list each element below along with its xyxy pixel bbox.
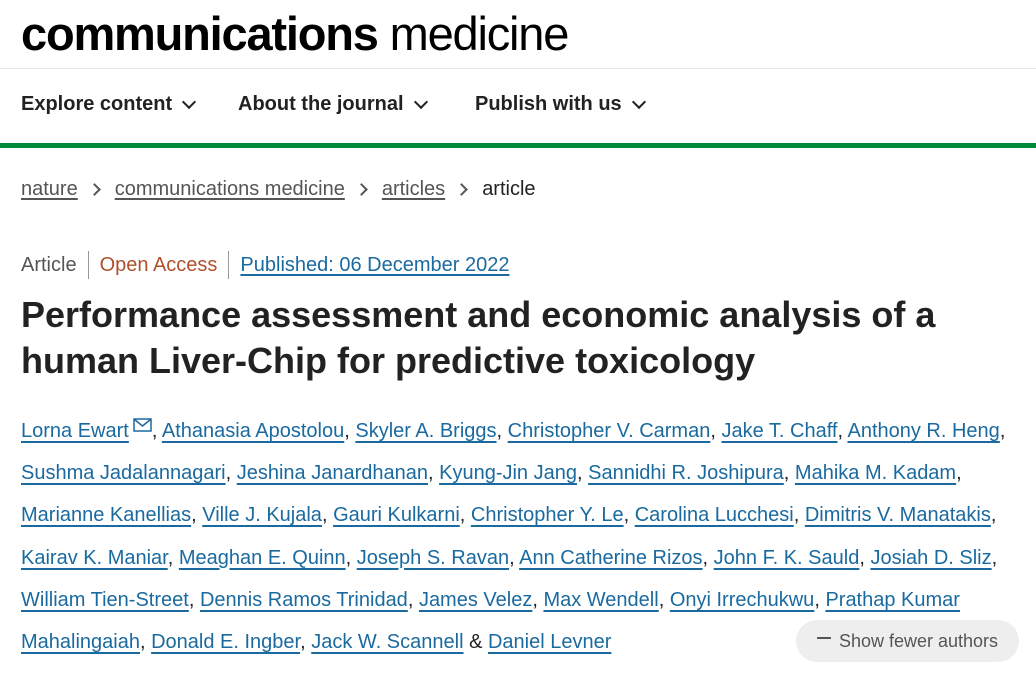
author-separator: , bbox=[191, 504, 203, 527]
author-separator: , bbox=[300, 631, 312, 654]
author-last-joiner: & bbox=[463, 631, 488, 654]
breadcrumb: nature communications medicine articles … bbox=[21, 178, 536, 201]
logo-brand-bold: communications bbox=[21, 7, 379, 60]
author-link[interactable]: Daniel Levner bbox=[488, 631, 611, 653]
author-link[interactable]: Ann Catherine Rizos bbox=[519, 547, 702, 569]
nav-publish-with-us[interactable]: Publish with us bbox=[475, 93, 646, 116]
author-link[interactable]: Onyi Irrechukwu bbox=[670, 589, 815, 611]
author-separator: , bbox=[999, 420, 1011, 442]
author-separator: , bbox=[496, 420, 508, 442]
author-separator: , bbox=[139, 631, 152, 654]
chevron-down-icon bbox=[413, 94, 428, 109]
author-link[interactable]: Gauri Kulkarni bbox=[333, 504, 460, 526]
author-separator: , bbox=[151, 420, 162, 442]
author-link[interactable]: Lorna Ewart bbox=[21, 420, 129, 442]
author-link[interactable]: Jeshina Janardhanan bbox=[237, 462, 428, 484]
author-separator: , bbox=[345, 546, 357, 569]
author-link[interactable]: Dimitris V. Manatakis bbox=[805, 504, 991, 526]
author-separator: , bbox=[321, 504, 334, 527]
journal-logo[interactable]: communications medicine bbox=[21, 6, 570, 62]
chevron-right-icon bbox=[87, 183, 101, 196]
chevron-down-icon bbox=[182, 94, 197, 109]
chevron-right-icon bbox=[354, 183, 368, 196]
author-link[interactable]: Max Wendell bbox=[543, 589, 658, 611]
author-link[interactable]: Skyler A. Briggs bbox=[355, 420, 496, 442]
author-separator: , bbox=[427, 462, 440, 485]
author-link[interactable]: William Tien-Street bbox=[21, 589, 189, 611]
author-link[interactable]: Athanasia Apostolou bbox=[162, 420, 344, 442]
author-separator: , bbox=[814, 588, 826, 611]
author-separator: , bbox=[623, 504, 635, 527]
breadcrumb-articles[interactable]: articles bbox=[382, 178, 445, 201]
author-link[interactable]: Mahika M. Kadam bbox=[795, 462, 956, 484]
author-separator: , bbox=[702, 546, 714, 569]
author-link[interactable]: Sushma Jadalannagari bbox=[21, 462, 226, 484]
author-link[interactable]: Sannidhi R. Joshipura bbox=[588, 462, 784, 484]
open-access-badge: Open Access bbox=[99, 253, 218, 276]
author-link[interactable]: Kairav K. Maniar bbox=[21, 547, 168, 569]
author-link[interactable]: Meaghan E. Quinn bbox=[179, 547, 346, 569]
author-link[interactable]: Anthony R. Heng bbox=[847, 420, 999, 442]
author-separator: , bbox=[991, 546, 1003, 569]
author-link[interactable]: Christopher Y. Le bbox=[471, 504, 624, 526]
chevron-down-icon bbox=[631, 94, 646, 109]
author-separator: , bbox=[859, 546, 871, 569]
author-link[interactable]: Kyung-Jin Jang bbox=[439, 462, 577, 484]
breadcrumb-current: article bbox=[482, 178, 536, 200]
author-separator: , bbox=[783, 462, 795, 485]
minus-icon bbox=[816, 636, 831, 640]
article-type: Article bbox=[21, 253, 77, 276]
author-separator: , bbox=[837, 420, 848, 442]
nav-item-label: Publish with us bbox=[475, 93, 622, 115]
nav-about-journal[interactable]: About the journal bbox=[238, 93, 428, 116]
chevron-right-icon bbox=[455, 183, 469, 196]
author-separator: , bbox=[793, 504, 805, 527]
author-separator: , bbox=[407, 588, 419, 611]
author-separator: , bbox=[188, 588, 200, 611]
main-nav: Explore content About the journal Publis… bbox=[0, 69, 1036, 143]
author-link[interactable]: Dennis Ramos Trinidad bbox=[200, 589, 408, 611]
author-separator: , bbox=[459, 504, 471, 527]
author-link[interactable]: Jack W. Scannell bbox=[311, 631, 463, 653]
meta-divider bbox=[87, 251, 89, 279]
site-header: communications medicine bbox=[0, 0, 1036, 69]
author-link[interactable]: Joseph S. Ravan bbox=[357, 547, 509, 569]
nav-divider bbox=[0, 143, 1036, 148]
published-date-link[interactable]: Published: 06 December 2022 bbox=[240, 254, 509, 277]
meta-divider bbox=[228, 251, 230, 279]
author-link[interactable]: John F. K. Sauld bbox=[714, 547, 860, 569]
author-separator: , bbox=[225, 462, 237, 485]
nav-item-label: About the journal bbox=[238, 93, 404, 115]
author-link[interactable]: Christopher V. Carman bbox=[508, 420, 711, 442]
author-link[interactable]: James Velez bbox=[419, 589, 532, 611]
article-meta: Article Open Access Published: 06 Decemb… bbox=[21, 250, 509, 280]
author-separator: , bbox=[990, 504, 1002, 527]
author-link[interactable]: Ville J. Kujala bbox=[202, 504, 322, 526]
mail-icon[interactable] bbox=[133, 418, 152, 432]
author-separator: , bbox=[710, 420, 722, 442]
author-link[interactable]: Carolina Lucchesi bbox=[635, 504, 794, 526]
author-separator: , bbox=[956, 462, 968, 485]
author-separator: , bbox=[576, 462, 589, 485]
article-title: Performance assessment and economic anal… bbox=[21, 294, 936, 381]
breadcrumb-communications-medicine[interactable]: communications medicine bbox=[115, 178, 345, 201]
author-separator: , bbox=[532, 588, 544, 611]
author-separator: , bbox=[167, 546, 179, 569]
show-fewer-label: Show fewer authors bbox=[838, 630, 999, 651]
nav-item-label: Explore content bbox=[21, 93, 173, 115]
author-link[interactable]: Donald E. Ingber bbox=[151, 631, 300, 653]
author-link[interactable]: Josiah D. Sliz bbox=[870, 547, 991, 569]
author-separator: , bbox=[344, 420, 356, 442]
breadcrumb-nature[interactable]: nature bbox=[21, 178, 78, 201]
show-fewer-authors-button[interactable]: Show fewer authors bbox=[796, 620, 1019, 662]
logo-brand-light: medicine bbox=[389, 7, 570, 60]
author-link[interactable]: Marianne Kanellias bbox=[21, 504, 191, 526]
nav-explore-content[interactable]: Explore content bbox=[21, 93, 197, 116]
author-separator: , bbox=[658, 588, 670, 611]
author-link[interactable]: Jake T. Chaff bbox=[721, 420, 837, 442]
author-separator: , bbox=[509, 546, 520, 569]
